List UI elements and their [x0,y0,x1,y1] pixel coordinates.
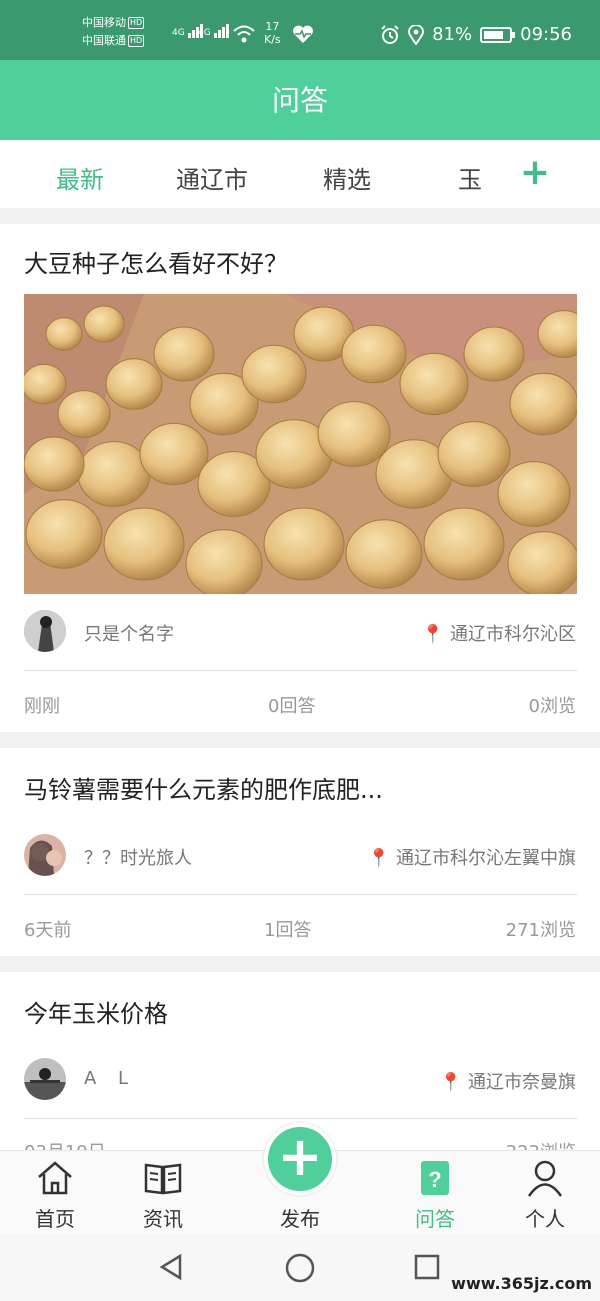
soybean [507,531,577,594]
svg-text:?: ? [428,1167,441,1192]
nav-home-label: 首页 [35,1207,75,1231]
avatar[interactable] [24,610,66,652]
nav-profile[interactable]: 个人 [510,1159,580,1232]
soybean [25,499,103,569]
author-name[interactable]: ？？时光旅人 [84,844,192,870]
view-count: 0浏览 [528,696,576,717]
post-location: 📍 通辽市科尔沁区 [421,624,576,645]
status-right: 81% 09:56 [380,24,572,45]
soybean [153,326,215,382]
carrier-info: 中国移动 HD 中国联通 HD [82,14,145,50]
soybean [24,436,85,492]
location-pin-icon: 📍 [421,624,444,645]
nav-publish-label[interactable]: 发布 [270,1203,330,1232]
post-title[interactable]: 大豆种子怎么看好不好？ [24,244,288,279]
avatar[interactable] [24,834,66,876]
signal-icon: 4G [198,24,230,38]
soybean [105,358,163,410]
publish-plus-icon[interactable]: + [264,1123,336,1195]
network-speed: 17 K/s [264,20,281,46]
soybean [57,390,111,438]
soybean [77,441,151,507]
person-icon [527,1160,563,1197]
tab-latest[interactable]: 最新 [56,160,104,195]
tab-tongliao[interactable]: 通辽市 [176,160,248,195]
recents-icon[interactable] [412,1252,442,1282]
divider [24,894,577,895]
soybean [241,344,307,404]
answer-count: 0回答 [268,696,316,717]
network-type: 4G [198,28,211,38]
tab-corn[interactable]: 玉 [458,160,482,195]
page-title: 问答 [0,60,600,140]
soybean [341,324,407,384]
soybean [83,305,125,343]
post-location: 📍 通辽市科尔沁左翼中旗 [367,848,576,869]
nav-qa[interactable]: ? 问答 [400,1159,470,1232]
avatar[interactable] [24,1058,66,1100]
soybean [263,507,345,581]
carrier-2: 中国联通 [82,34,126,47]
soybean [345,519,423,589]
status-bar: 中国移动 HD 中国联通 HD 4G 4G 17 K/s 81% 09:56 [0,0,600,60]
nav-qa-label: 问答 [415,1207,455,1231]
soybean [139,422,209,486]
bottom-nav: 首页 资讯 + 发布 ? 问答 个人 [0,1123,600,1234]
nav-profile-label: 个人 [525,1207,565,1231]
soybean [24,363,67,405]
post-card[interactable]: 马铃薯需要什么元素的肥作底肥... ？？时光旅人 📍 通辽市科尔沁左翼中旗 6天前… [0,748,600,956]
soybean [437,421,511,487]
post-card[interactable]: 大豆种子怎么看好不好？ 只是个名字 📍 通辽市科尔沁区 刚刚 0回答 0浏览 [0,224,600,732]
hd-badge: HD [128,35,145,47]
post-location: 📍 通辽市奈曼旗 [439,1072,576,1093]
battery-icon [480,26,516,43]
nav-news-label: 资讯 [143,1207,183,1231]
author-name[interactable]: A L [84,1068,136,1089]
soybean [509,372,577,436]
post-image[interactable] [24,294,577,594]
back-icon[interactable] [156,1252,186,1282]
soybean [45,317,83,351]
soybean [399,352,469,416]
category-tabs: 最新 通辽市 精选 玉 + [0,140,600,208]
post-title[interactable]: 马铃薯需要什么元素的肥作底肥... [24,770,383,805]
location-pin-icon: 📍 [367,848,390,869]
system-nav-bar: www.365jz.com [0,1234,600,1301]
battery-percent: 81% [432,24,473,45]
post-title[interactable]: 今年玉米价格 [24,994,168,1029]
clock: 09:56 [520,24,572,45]
soybean [463,326,525,382]
heart-pulse-icon [293,25,313,43]
answer-count: 1回答 [264,920,312,941]
author-name[interactable]: 只是个名字 [84,620,174,646]
network-type: 4G [172,28,185,38]
carrier-1: 中国移动 [82,16,126,29]
soybean [497,461,571,527]
soybean [317,401,391,467]
wifi-icon [233,25,255,43]
soybean [185,529,263,594]
add-tab-plus-icon[interactable]: + [520,152,550,193]
divider [24,1118,577,1119]
home-circle-icon[interactable] [284,1252,316,1284]
question-icon: ? [421,1161,449,1195]
watermark: www.365jz.com [451,1274,592,1293]
tab-featured[interactable]: 精选 [323,160,371,195]
view-count: 271浏览 [505,920,576,941]
alarm-icon [381,24,399,44]
soybeans-image [24,294,577,594]
home-icon [38,1161,72,1195]
post-time: 刚刚 [24,696,60,717]
soybean [423,507,505,581]
location-pin-icon: 📍 [439,1072,462,1093]
hd-badge: HD [128,17,145,29]
location-icon [408,24,425,45]
soybean [103,507,185,581]
divider [24,670,577,671]
nav-news[interactable]: 资讯 [128,1159,198,1232]
nav-home[interactable]: 首页 [20,1159,90,1232]
post-time: 6天前 [24,920,72,941]
book-icon [144,1163,182,1195]
